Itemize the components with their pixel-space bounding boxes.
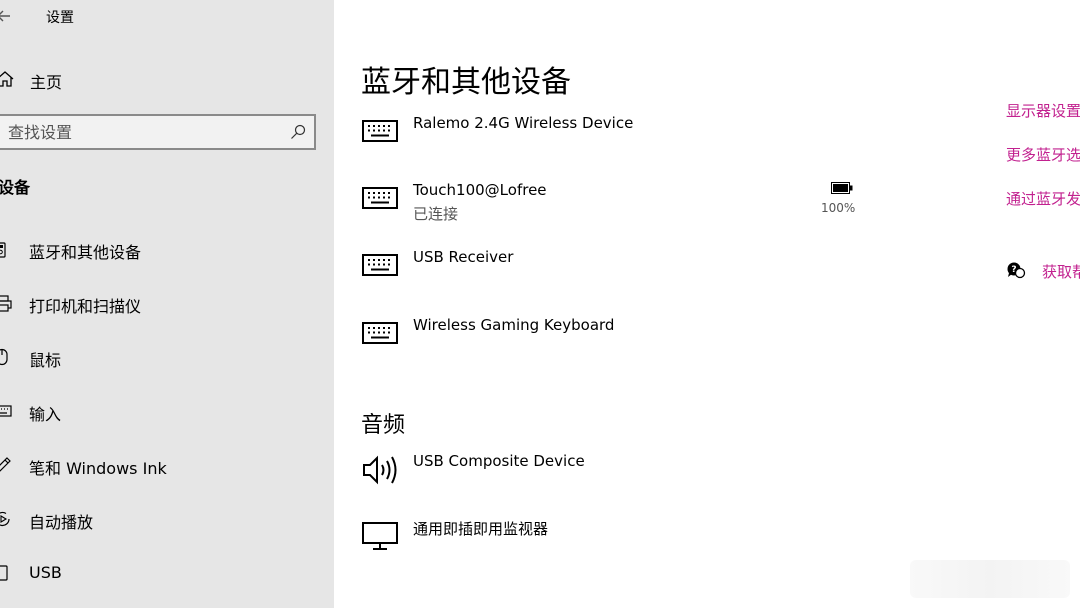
device-item[interactable]: Wireless Gaming Keyboard <box>360 316 880 372</box>
home-icon <box>0 71 14 87</box>
monitor-icon <box>362 522 398 550</box>
svg-text:?: ? <box>1011 265 1016 275</box>
sidebar-item-label: USB <box>29 563 62 582</box>
sidebar-item-label: 打印机和扫描仪 <box>29 297 142 316</box>
audio-section-title: 音频 <box>361 413 406 438</box>
keyboard-icon <box>362 120 398 142</box>
sidebar-item-autoplay[interactable]: 自动播放 <box>0 499 334 539</box>
sidebar-item-pen[interactable]: 笔和 Windows Ink <box>0 445 334 485</box>
blurred-watermark <box>910 560 1070 598</box>
battery-percent: 100% <box>821 201 856 215</box>
get-help-link[interactable]: ? 获取帮 <box>1006 260 1080 282</box>
mouse-icon <box>0 348 8 366</box>
search-box[interactable] <box>0 114 316 150</box>
link-more-bluetooth-options[interactable]: 更多蓝牙选项 <box>1006 144 1080 165</box>
device-name: Wireless Gaming Keyboard <box>413 316 615 334</box>
sidebar-item-mouse[interactable]: 鼠标 <box>0 337 334 377</box>
section-title: 设备 <box>0 178 31 197</box>
sidebar-item-usb[interactable]: USB <box>0 553 334 593</box>
home-nav-item[interactable]: 主页 <box>0 64 334 94</box>
device-item[interactable]: USB Receiver <box>360 248 880 304</box>
speaker-icon <box>363 455 397 485</box>
autoplay-icon <box>0 511 10 527</box>
printer-icon <box>0 295 12 312</box>
sidebar: 设置 主页 设备 蓝牙和其他设备 打印机和扫描仪 <box>0 0 334 608</box>
pen-icon <box>0 457 11 472</box>
sidebar-item-label: 输入 <box>29 405 62 424</box>
keyboard-icon <box>362 187 398 209</box>
device-name: 通用即插即用监视器 <box>413 520 549 538</box>
search-icon[interactable] <box>290 124 306 140</box>
keyboard-icon <box>362 254 398 276</box>
sidebar-item-label: 蓝牙和其他设备 <box>29 243 142 262</box>
back-arrow-icon[interactable] <box>0 6 16 26</box>
keyboard-icon <box>0 405 12 417</box>
device-item[interactable]: Touch100@Lofree 已连接 <box>360 181 880 237</box>
device-name: USB Receiver <box>413 248 514 266</box>
device-name: Ralemo 2.4G Wireless Device <box>413 114 634 132</box>
sidebar-item-printers[interactable]: 打印机和扫描仪 <box>0 283 334 323</box>
keyboard-icon <box>362 322 398 344</box>
sidebar-item-label: 笔和 Windows Ink <box>29 459 167 478</box>
sidebar-item-label: 鼠标 <box>29 351 62 370</box>
get-help-label: 获取帮 <box>1042 263 1080 281</box>
audio-device-item[interactable]: 通用即插即用监视器 <box>360 518 880 574</box>
sidebar-item-label: 自动播放 <box>29 513 94 532</box>
help-chat-icon: ? <box>1007 262 1026 279</box>
device-name: USB Composite Device <box>413 452 585 470</box>
battery-indicator: 100% <box>820 180 856 220</box>
device-item[interactable]: Ralemo 2.4G Wireless Device <box>360 114 880 170</box>
audio-device-item[interactable]: USB Composite Device <box>360 452 880 508</box>
search-input[interactable] <box>8 116 278 148</box>
home-label: 主页 <box>30 73 63 92</box>
device-name: Touch100@Lofree <box>413 181 547 199</box>
link-send-via-bluetooth[interactable]: 通过蓝牙发 <box>1006 188 1080 209</box>
link-display-settings[interactable]: 显示器设置 <box>1006 100 1080 121</box>
window-title: 设置 <box>46 10 74 26</box>
bluetooth-devices-icon <box>0 242 6 258</box>
page-title: 蓝牙和其他设备 <box>361 65 571 100</box>
device-status: 已连接 <box>413 205 459 223</box>
battery-icon <box>831 182 853 194</box>
sidebar-item-bluetooth[interactable]: 蓝牙和其他设备 <box>0 229 334 269</box>
sidebar-item-input[interactable]: 输入 <box>0 391 334 431</box>
usb-icon <box>0 565 8 581</box>
